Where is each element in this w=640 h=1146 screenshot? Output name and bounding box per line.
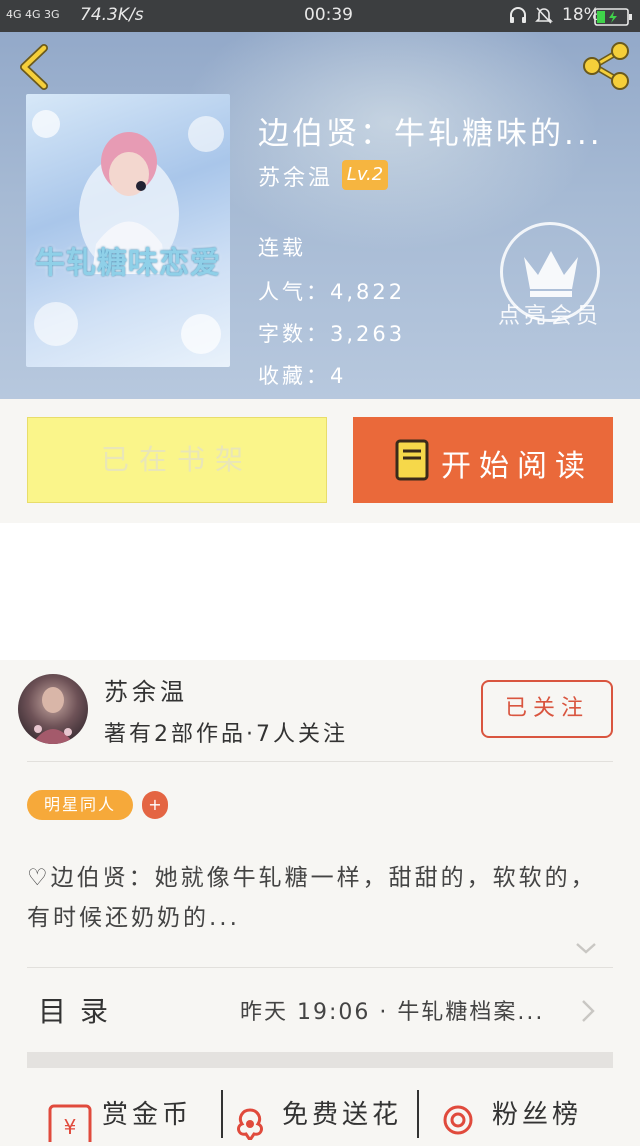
avatar[interactable] bbox=[18, 674, 88, 744]
book-author[interactable]: 苏余温 bbox=[258, 160, 333, 192]
flower-icon bbox=[230, 1104, 270, 1144]
reward-coins-label: 赏金币 bbox=[102, 1100, 193, 1130]
divider bbox=[27, 761, 613, 762]
reward-coins-button[interactable]: ¥ 赏金币 bbox=[40, 1094, 220, 1146]
network-indicator: 4G 4G 3G bbox=[6, 8, 60, 21]
fans-ranking-button[interactable]: 粉丝榜 bbox=[436, 1094, 612, 1138]
author-stats: 著有2部作品·7人关注 bbox=[104, 722, 348, 747]
fans-ranking-label: 粉丝榜 bbox=[492, 1100, 583, 1130]
expand-button[interactable] bbox=[574, 940, 598, 960]
book-description: ♡边伯贤：她就像牛轧糖一样，甜甜的，软软的，有时候还奶奶的... bbox=[27, 865, 597, 931]
add-tag-button[interactable]: + bbox=[142, 791, 168, 819]
chevron-down-icon bbox=[574, 941, 598, 960]
share-icon bbox=[580, 42, 632, 96]
svg-text:¥: ¥ bbox=[64, 1115, 77, 1139]
genre-tag[interactable]: 明星同人 bbox=[27, 790, 133, 820]
cover-title: 牛轧糖味恋爱 bbox=[35, 246, 221, 281]
level-badge: Lv.2 bbox=[342, 160, 388, 190]
headset-icon bbox=[508, 5, 528, 30]
popularity-stat: 人气：4,822 bbox=[258, 280, 406, 304]
author-name[interactable]: 苏余温 bbox=[104, 672, 188, 707]
status-bar: 4G 4G 3G 74.3K/s 00:39 18% bbox=[0, 0, 640, 32]
latest-chapter: 昨天 19:06 · 牛轧糖档案... bbox=[240, 1000, 545, 1025]
vip-label: 点亮会员 bbox=[498, 304, 603, 329]
start-reading-label: 开始阅读 bbox=[441, 449, 593, 484]
spacer bbox=[0, 523, 640, 660]
share-button[interactable] bbox=[580, 40, 632, 96]
separator bbox=[221, 1090, 223, 1138]
crown-icon bbox=[520, 245, 582, 305]
start-reading-button[interactable]: 开始阅读 bbox=[353, 417, 613, 503]
follow-button[interactable]: 已关注 bbox=[481, 680, 613, 738]
red-envelope-icon: ¥ bbox=[46, 1102, 94, 1146]
book-title: 边伯贤：牛轧糖味的... bbox=[258, 116, 603, 152]
book-cover[interactable]: 牛轧糖味恋爱 bbox=[26, 94, 230, 367]
section-divider bbox=[27, 1052, 613, 1068]
send-flowers-button[interactable]: 免费送花 bbox=[228, 1094, 416, 1143]
in-shelf-button[interactable]: 已在书架 bbox=[27, 417, 327, 503]
book-icon bbox=[395, 439, 429, 489]
chevron-right-icon bbox=[580, 998, 596, 1028]
favorites-stat: 收藏：4 bbox=[258, 364, 347, 388]
battery-icon bbox=[594, 7, 634, 32]
clock: 00:39 bbox=[304, 5, 353, 25]
send-flowers-label: 免费送花 bbox=[282, 1100, 403, 1130]
medal-icon bbox=[438, 1102, 478, 1146]
toc-label: 目录 bbox=[38, 995, 123, 1028]
separator bbox=[417, 1090, 419, 1138]
word-count-stat: 字数：3,263 bbox=[258, 322, 406, 346]
mute-bell-icon bbox=[534, 5, 554, 30]
back-button[interactable] bbox=[16, 42, 50, 96]
serial-status: 连载 bbox=[258, 236, 306, 260]
network-speed: 74.3K/s bbox=[80, 5, 144, 25]
